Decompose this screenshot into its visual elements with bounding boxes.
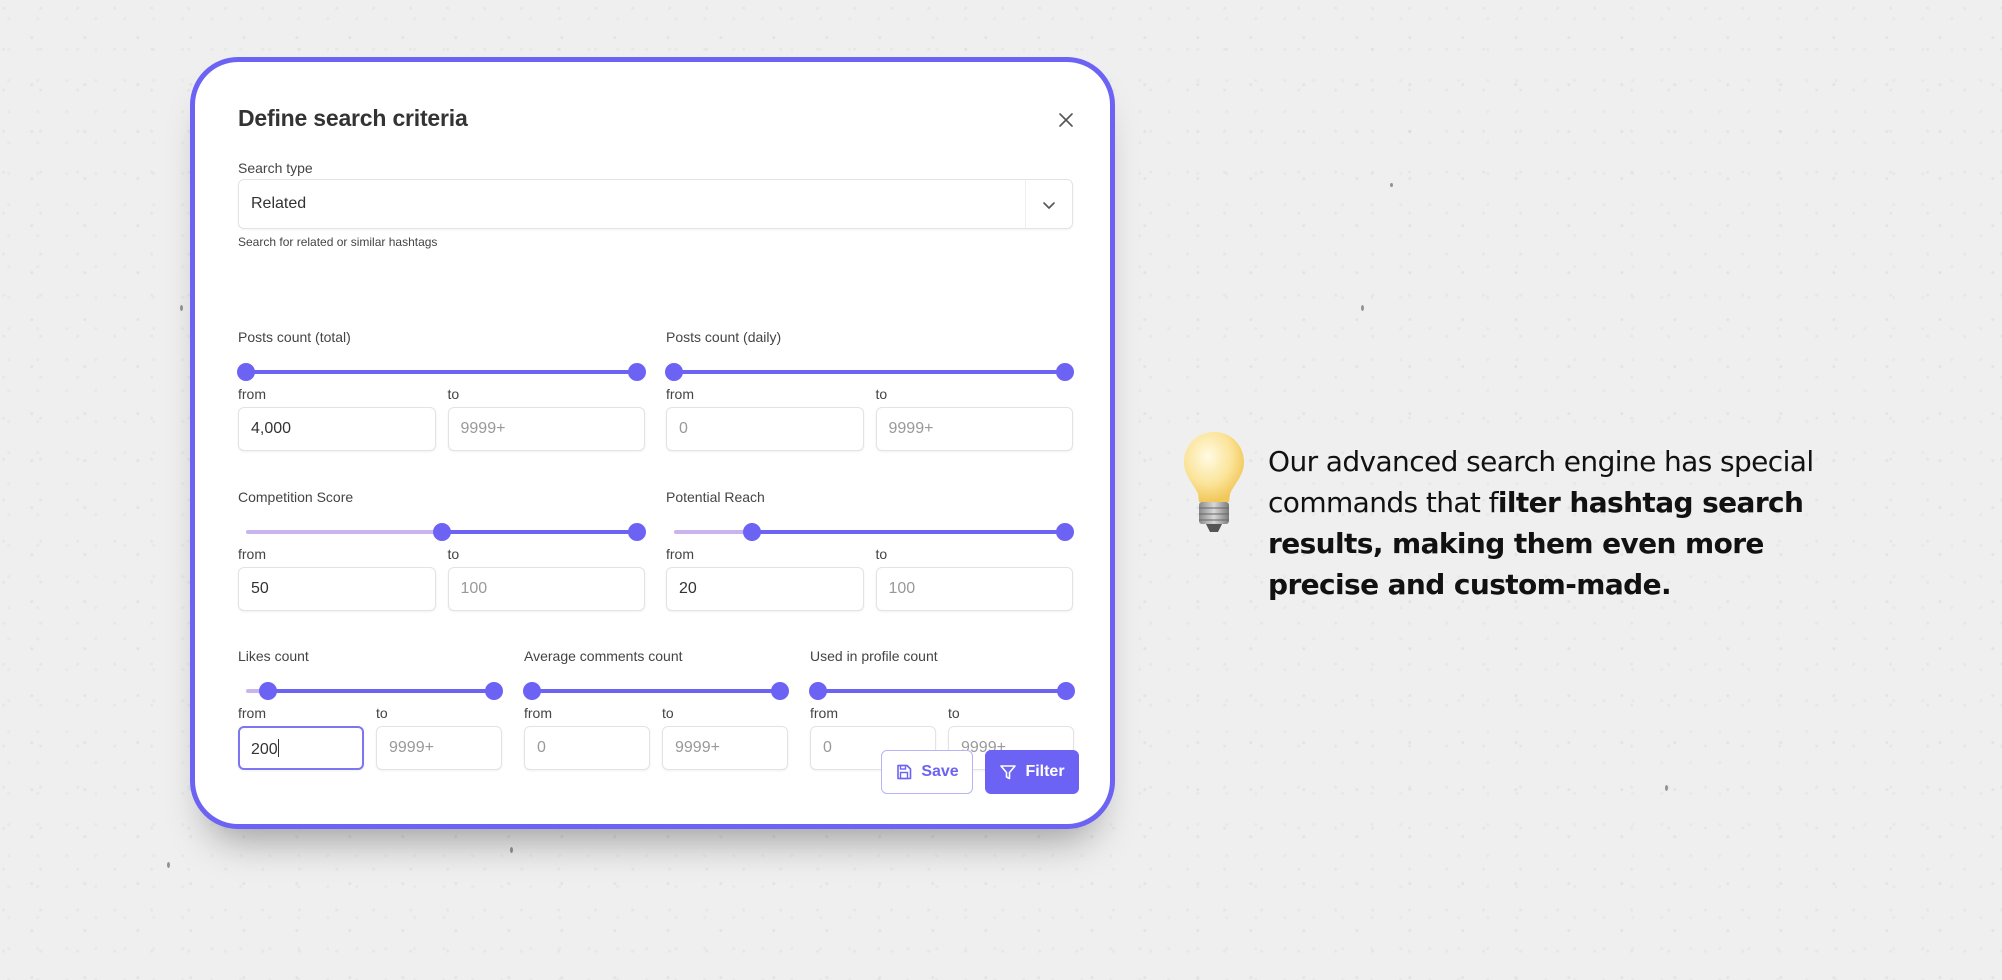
slider-range [441, 530, 637, 534]
search-type-select[interactable]: Related [238, 179, 1073, 229]
filter-button[interactable]: Filter [985, 750, 1079, 794]
from-label: from [238, 705, 266, 721]
filter-icon [1000, 765, 1017, 780]
from-label: from [666, 546, 694, 562]
range-slider[interactable] [523, 681, 789, 701]
from-label: from [238, 386, 266, 402]
from-input[interactable]: 20 [666, 567, 864, 611]
search-type-value: Related [251, 195, 307, 212]
slider-handle-high[interactable] [1056, 363, 1074, 381]
dialog-title: Define search criteria [238, 105, 468, 131]
slider-handle-high[interactable] [628, 523, 646, 541]
slider-handle-high[interactable] [1056, 523, 1074, 541]
to-input[interactable]: 9999+ [875, 407, 1073, 451]
slider-range [532, 689, 780, 693]
range-slider[interactable] [237, 362, 646, 382]
to-label: to [447, 386, 460, 402]
filter-label: Posts count (total) [238, 329, 351, 345]
to-label: to [875, 546, 888, 562]
from-label: from [810, 705, 838, 721]
slider-range [752, 530, 1065, 534]
chevron-down-icon [1043, 202, 1055, 209]
slider-range [268, 689, 494, 693]
range-slider[interactable] [238, 681, 503, 701]
save-icon [897, 764, 912, 780]
slider-range [818, 689, 1066, 693]
filter-label: Posts count (daily) [666, 329, 782, 345]
to-label: to [662, 705, 674, 721]
slider-handle-high[interactable] [1057, 682, 1075, 700]
slider-handle-high[interactable] [628, 363, 646, 381]
to-label: to [376, 705, 388, 721]
to-input[interactable]: 9999+ [662, 726, 788, 770]
from-label: from [238, 546, 266, 562]
background-speck [1361, 305, 1364, 311]
filter-label: Potential Reach [666, 489, 765, 505]
background-speck [1390, 183, 1393, 187]
slider-handle-low[interactable] [259, 682, 278, 700]
lightbulb-icon [1184, 432, 1244, 532]
close-icon[interactable] [1054, 108, 1078, 132]
background-speck [180, 305, 183, 311]
from-label: from [524, 705, 552, 721]
background-speck [510, 847, 513, 853]
text-caret [277, 739, 279, 757]
to-label: to [875, 386, 888, 402]
to-input[interactable]: 9999+ [376, 726, 502, 770]
to-input[interactable]: 9999+ [447, 407, 645, 451]
to-input[interactable]: 100 [447, 567, 645, 611]
range-slider[interactable] [665, 362, 1074, 382]
slider-handle-low[interactable] [743, 523, 762, 541]
background-speck [1665, 785, 1668, 791]
range-slider[interactable] [238, 522, 646, 542]
save-button[interactable]: Save [881, 750, 973, 794]
slider-range [246, 370, 637, 374]
from-input[interactable]: 4,000 [238, 407, 436, 451]
from-input[interactable]: 200 [238, 726, 364, 770]
select-divider [1025, 180, 1026, 228]
search-criteria-dialog: Define search criteria Search type Relat… [190, 57, 1115, 829]
to-label: to [948, 705, 960, 721]
slider-handle-high[interactable] [485, 682, 503, 700]
from-label: from [666, 386, 694, 402]
search-type-label: Search type [238, 160, 313, 176]
filter-button-label: Filter [1025, 763, 1065, 780]
filter-label: Used in profile count [810, 648, 938, 664]
slider-handle-high[interactable] [771, 682, 789, 700]
range-slider[interactable] [666, 522, 1074, 542]
search-type-hint: Search for related or similar hashtags [238, 235, 438, 249]
slider-handle-low[interactable] [237, 363, 255, 381]
range-slider[interactable] [809, 681, 1075, 701]
slider-handle-low[interactable] [523, 682, 541, 700]
filter-label: Competition Score [238, 489, 354, 505]
filter-label: Average comments count [524, 648, 683, 664]
from-input[interactable]: 50 [238, 567, 436, 611]
slider-handle-low[interactable] [809, 682, 827, 700]
to-input[interactable]: 100 [875, 567, 1073, 611]
from-input[interactable]: 0 [524, 726, 650, 770]
promo-text: Our advanced search engine has special c… [1268, 441, 1868, 605]
from-input[interactable]: 0 [666, 407, 864, 451]
slider-handle-low[interactable] [432, 523, 451, 541]
filter-label: Likes count [238, 648, 309, 664]
slider-range [674, 370, 1065, 374]
background-speck [167, 862, 170, 868]
to-label: to [447, 546, 460, 562]
save-button-label: Save [921, 763, 959, 780]
slider-handle-low[interactable] [665, 363, 683, 381]
